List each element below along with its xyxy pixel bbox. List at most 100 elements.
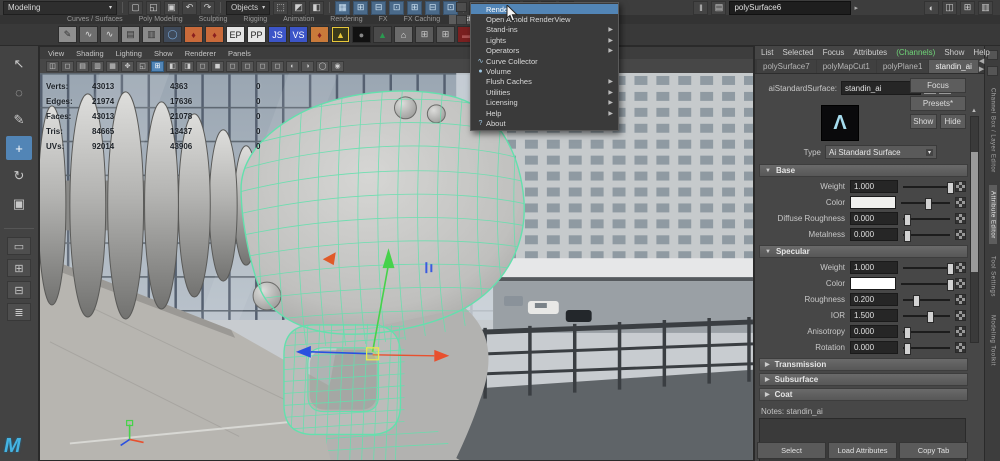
ae-tab[interactable]: polyPlane1 xyxy=(877,60,929,73)
vp-textured-icon[interactable]: ◨ xyxy=(181,61,194,72)
two-pane-layout-button[interactable]: ⊟ xyxy=(7,281,31,299)
vp-ball-3-icon[interactable]: ◯ xyxy=(316,61,329,72)
slider-handle[interactable] xyxy=(947,263,954,275)
ae-menu[interactable]: Attributes xyxy=(853,48,887,57)
paint-select-tool[interactable]: ✎ xyxy=(6,108,32,132)
shelf-label-1-icon[interactable]: EP xyxy=(226,26,245,43)
ae-footer-button[interactable]: Select xyxy=(757,442,826,459)
vp-joints-icon[interactable]: ◻ xyxy=(271,61,284,72)
value-field[interactable]: 0.000 xyxy=(850,325,898,338)
ae-menu[interactable]: Show xyxy=(944,48,964,57)
shelf-plane-icon[interactable]: ▤ xyxy=(121,26,140,43)
scale-tool[interactable]: ▣ xyxy=(6,192,32,216)
grid-icon[interactable]: ⊞ xyxy=(353,1,368,15)
map-texture-button[interactable] xyxy=(955,294,966,305)
shelf-window-1-icon[interactable]: ⊞ xyxy=(415,26,434,43)
rotate-tool[interactable]: ↻ xyxy=(6,164,32,188)
slider-handle[interactable] xyxy=(947,279,954,291)
lasso-select-tool[interactable]: ◌ xyxy=(6,80,32,104)
color-swatch[interactable] xyxy=(850,196,896,209)
history-icon[interactable]: ▤ xyxy=(711,1,726,15)
arnold-menu-item[interactable]: Render ▶ xyxy=(471,4,618,14)
section-header[interactable]: ▼ Base xyxy=(759,164,968,177)
map-texture-button[interactable] xyxy=(955,310,966,321)
ae-tab[interactable]: standin_ai xyxy=(929,60,977,73)
vp-lock-camera-icon[interactable]: ◻ xyxy=(61,61,74,72)
sidebar-vertical-tab[interactable]: Attribute Editor xyxy=(989,185,997,245)
vp-bookmark-icon[interactable]: ▥ xyxy=(91,61,104,72)
menu-set-dropdown[interactable]: Modeling ▾ xyxy=(3,1,117,15)
show-button[interactable]: Show xyxy=(910,114,937,129)
ae-menu[interactable]: (Channels) xyxy=(896,48,935,57)
arnold-menu-item[interactable]: Utilities ▶ xyxy=(471,87,618,97)
vp-xray-icon[interactable]: ◻ xyxy=(256,61,269,72)
viewport-menu[interactable]: Shading xyxy=(76,49,104,58)
arnold-menu-item[interactable]: Operators ▶ xyxy=(471,46,618,56)
sidebar-vertical-tab[interactable]: Tool Settings xyxy=(989,250,997,303)
value-slider[interactable] xyxy=(903,186,950,188)
arnold-menu-item[interactable]: Lights ▶ xyxy=(471,35,618,45)
presets-button[interactable]: Presets* xyxy=(910,96,966,111)
vp-select-camera-icon[interactable]: ◫ xyxy=(46,61,59,72)
vp-wire-icon[interactable]: ⊞ xyxy=(151,61,164,72)
shelf-tab[interactable]: Curves / Surfaces xyxy=(60,15,130,24)
map-texture-button[interactable] xyxy=(955,342,966,353)
shelf-box-icon[interactable]: ▥ xyxy=(142,26,161,43)
shelf-tab[interactable]: Sculpting xyxy=(192,15,235,24)
single-pane-layout-button[interactable]: ▭ xyxy=(7,237,31,255)
shelf-black-icon[interactable]: ● xyxy=(352,26,371,43)
vp-lights-icon[interactable]: ◻ xyxy=(196,61,209,72)
pause-icon[interactable]: ‖ xyxy=(693,1,708,15)
select-object-icon[interactable]: ◩ xyxy=(291,1,306,15)
symmetry-icon[interactable]: ▦ xyxy=(335,1,350,15)
shelf-tab[interactable]: FX Caching xyxy=(397,15,448,24)
ae-footer-button[interactable]: Copy Tab xyxy=(899,442,968,459)
value-slider[interactable] xyxy=(903,315,950,317)
vp-oversc-icon[interactable]: ◱ xyxy=(136,61,149,72)
section-header[interactable]: ▶ Transmission xyxy=(759,358,968,371)
color-swatch[interactable] xyxy=(850,277,896,290)
arnold-menu-item[interactable]: Licensing ▶ xyxy=(471,98,618,108)
vp-ball-4-icon[interactable]: ◉ xyxy=(331,61,344,72)
shelf-ring-icon[interactable]: ◯ xyxy=(163,26,182,43)
arnold-menu-item[interactable]: ? About ▶ xyxy=(471,118,618,128)
shelf-tab[interactable]: Rendering xyxy=(323,15,369,24)
value-field[interactable]: 0.000 xyxy=(850,341,898,354)
value-slider[interactable] xyxy=(903,331,950,333)
vp-image-plane-icon[interactable]: ▦ xyxy=(106,61,119,72)
section-header[interactable]: ▼ Specular xyxy=(759,245,968,258)
move-tool[interactable]: + xyxy=(6,136,32,160)
arnold-menu-item[interactable]: Help ▶ xyxy=(471,108,618,118)
map-texture-button[interactable] xyxy=(955,213,966,224)
shelf-pencil-icon[interactable]: ✎ xyxy=(58,26,77,43)
snap-grid-icon[interactable]: ⊟ xyxy=(371,1,386,15)
arnold-menu-item[interactable]: Flush Caches ▶ xyxy=(471,77,618,87)
hide-button[interactable]: Hide xyxy=(940,114,967,129)
ae-menu[interactable]: Focus xyxy=(823,48,845,57)
value-field[interactable]: 1.000 xyxy=(850,261,898,274)
viewport-menu[interactable]: Panels xyxy=(228,49,251,58)
focus-button[interactable]: Focus xyxy=(910,78,966,93)
redo-icon[interactable]: ↷ xyxy=(200,1,215,15)
map-texture-button[interactable] xyxy=(955,181,966,192)
vp-shadows-icon[interactable]: ◼ xyxy=(211,61,224,72)
shelf-fire-2-icon[interactable]: ♦ xyxy=(205,26,224,43)
shelf-tab[interactable]: Poly Modeling xyxy=(132,15,190,24)
value-slider[interactable] xyxy=(901,283,950,285)
slider-handle[interactable] xyxy=(904,327,911,339)
value-slider[interactable] xyxy=(903,347,950,349)
select-hierarchy-icon[interactable]: ⬚ xyxy=(273,1,288,15)
vp-2d-pan-icon[interactable]: ✥ xyxy=(121,61,134,72)
vp-ball-2-icon[interactable]: ◑ xyxy=(301,61,314,72)
shelf-house-1-icon[interactable]: ⌂ xyxy=(394,26,413,43)
arnold-menu-item[interactable]: Stand-ins ▶ xyxy=(471,25,618,35)
shelf-green-icon[interactable]: ▲ xyxy=(373,26,392,43)
scroll-thumb[interactable] xyxy=(971,152,978,272)
vp-camera-attrs-icon[interactable]: ▤ xyxy=(76,61,89,72)
open-scene-icon[interactable]: ◱ xyxy=(146,1,161,15)
value-field[interactable]: 0.000 xyxy=(850,212,898,225)
select-component-icon[interactable]: ◧ xyxy=(309,1,324,15)
slider-handle[interactable] xyxy=(947,182,954,194)
shelf-tab[interactable]: Animation xyxy=(276,15,321,24)
shelf-tab[interactable]: Rigging xyxy=(236,15,274,24)
